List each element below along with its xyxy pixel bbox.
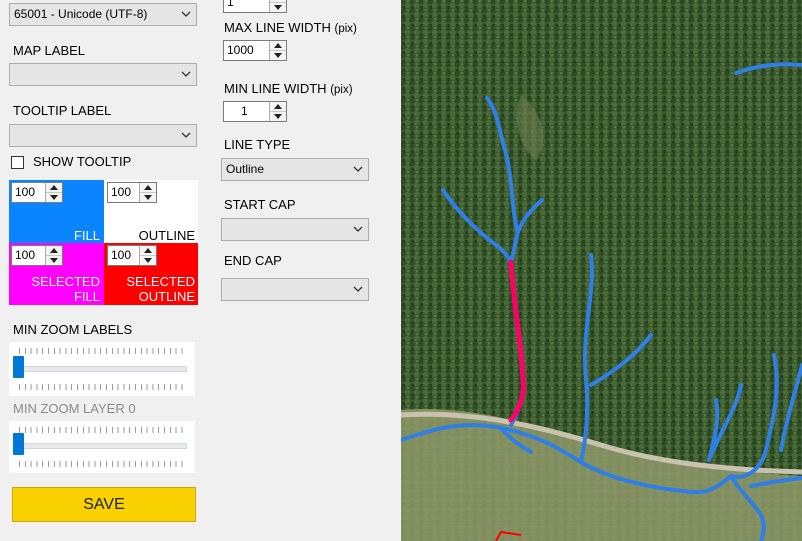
max-line-width-value: 1000 — [227, 43, 254, 57]
selected-fill-label-line1: SELECTED — [31, 274, 100, 289]
selected-outline-label-line2: OUTLINE — [138, 289, 195, 304]
max-line-width-label: MAX LINE WIDTH — [224, 20, 331, 35]
spin-down-icon[interactable] — [46, 256, 62, 265]
max-line-width-spinner[interactable]: 1000 — [223, 40, 287, 61]
selected-outline-label-line1: SELECTED — [126, 274, 195, 289]
spin-up-icon[interactable] — [270, 102, 286, 112]
spin-up-icon[interactable] — [46, 246, 62, 256]
encoding-combo-value: 65001 - Unicode (UTF-8) — [14, 7, 148, 21]
save-button[interactable]: SAVE — [12, 487, 196, 522]
min-zoom-layer-slider[interactable] — [9, 421, 195, 473]
outline-opacity-value: 100 — [111, 185, 132, 199]
selected-outline-opacity-value: 100 — [111, 248, 132, 262]
fill-label: FILL — [73, 228, 100, 243]
min-line-width-unit: (pix) — [330, 84, 353, 96]
min-line-width-label: MIN LINE WIDTH — [224, 81, 327, 96]
spin-down-icon[interactable] — [46, 193, 62, 202]
line-type-heading: LINE TYPE — [224, 137, 291, 152]
chevron-down-icon — [353, 286, 363, 292]
max-line-width-heading: MAX LINE WIDTH (pix) — [224, 20, 357, 35]
outline-label: OUTLINE — [138, 228, 195, 243]
chevron-down-icon — [181, 132, 191, 138]
layer-style-panel: 65001 - Unicode (UTF-8) MAP LABEL TOOLTI… — [0, 0, 401, 541]
spin-up-icon[interactable] — [140, 183, 156, 193]
spin-down-icon[interactable] — [140, 193, 156, 202]
min-line-width-heading: MIN LINE WIDTH (pix) — [224, 81, 353, 96]
top-spinner-value: 1 — [227, 0, 234, 9]
encoding-combo[interactable]: 65001 - Unicode (UTF-8) — [9, 3, 197, 26]
chevron-down-icon — [181, 11, 191, 17]
min-zoom-labels-heading: MIN ZOOM LABELS — [13, 322, 133, 337]
outline-opacity-spinner[interactable]: 100 — [107, 182, 157, 203]
line-type-value: Outline — [226, 162, 265, 176]
map-label-heading: MAP LABEL — [13, 43, 86, 58]
spin-up-icon[interactable] — [270, 41, 286, 51]
show-tooltip-checkbox[interactable] — [11, 156, 24, 169]
selected-fill-opacity-spinner[interactable]: 100 — [11, 245, 63, 266]
end-cap-combo[interactable] — [221, 278, 369, 301]
selected-fill-label-line2: FILL — [73, 289, 100, 304]
min-zoom-layer-heading: MIN ZOOM LAYER 0 — [13, 401, 136, 416]
map-canvas[interactable] — [401, 0, 802, 541]
min-zoom-labels-slider[interactable] — [9, 342, 195, 396]
spin-down-icon[interactable] — [270, 51, 286, 60]
map-label-combo[interactable] — [9, 63, 197, 86]
spin-down-icon[interactable] — [270, 3, 286, 12]
spin-down-icon[interactable] — [270, 112, 286, 121]
selected-fill-opacity-value: 100 — [15, 248, 36, 262]
selected-fill-label: SELECTED FILL — [20, 274, 100, 304]
max-line-width-unit: (pix) — [334, 23, 357, 35]
chevron-down-icon — [181, 71, 191, 77]
map-view[interactable] — [401, 0, 802, 541]
min-line-width-value: 1 — [241, 104, 248, 118]
end-cap-heading: END CAP — [224, 253, 282, 268]
min-zoom-labels-thumb[interactable] — [13, 356, 24, 378]
top-spinner[interactable]: 1 — [223, 0, 287, 13]
show-tooltip-label: SHOW TOOLTIP — [33, 154, 132, 169]
line-type-combo[interactable]: Outline — [221, 158, 369, 181]
tooltip-label-combo[interactable] — [9, 124, 197, 147]
selected-outline-label: SELECTED OUTLINE — [110, 274, 195, 304]
min-line-width-spinner[interactable]: 1 — [223, 101, 287, 122]
selected-outline-opacity-spinner[interactable]: 100 — [107, 245, 157, 266]
fill-opacity-value: 100 — [15, 185, 36, 199]
spin-up-icon[interactable] — [140, 246, 156, 256]
spin-down-icon[interactable] — [140, 256, 156, 265]
tooltip-label-heading: TOOLTIP LABEL — [13, 103, 112, 118]
chevron-down-icon — [353, 166, 363, 172]
spin-up-icon[interactable] — [46, 183, 62, 193]
chevron-down-icon — [353, 226, 363, 232]
start-cap-combo[interactable] — [221, 218, 369, 241]
fill-opacity-spinner[interactable]: 100 — [11, 182, 63, 203]
start-cap-heading: START CAP — [224, 197, 296, 212]
min-zoom-layer-thumb[interactable] — [13, 433, 24, 455]
